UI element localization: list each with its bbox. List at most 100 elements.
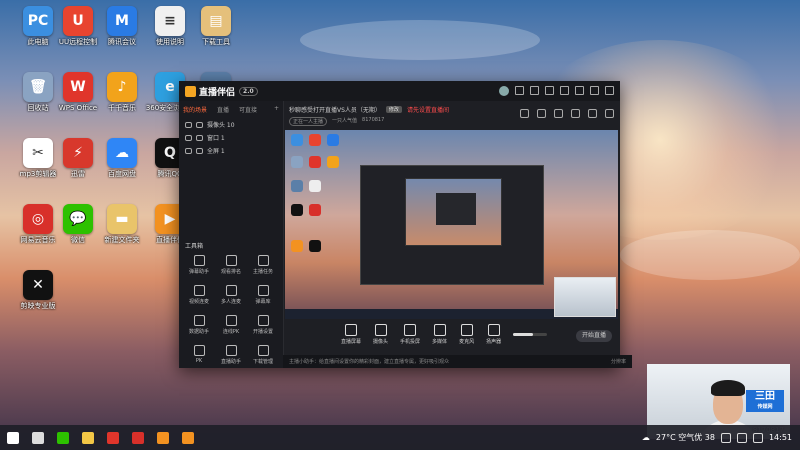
tool-item[interactable]: 下载管理 [247,345,279,365]
file-explorer-button[interactable] [75,425,100,450]
preview-camera [554,277,616,317]
tool-item[interactable]: 数据助手 [183,315,215,335]
tool-item[interactable]: 弹幕库 [247,285,279,305]
volume-icon[interactable] [752,432,763,443]
eye-icon[interactable] [185,147,192,154]
lock-icon[interactable] [196,134,203,141]
avatar[interactable] [499,86,509,96]
stream-title[interactable]: 秒聊感受打开直播VS人员（无期） [289,105,381,114]
live-companion-button[interactable] [150,425,175,450]
wechat-button[interactable] [50,425,75,450]
up-arrow-icon[interactable] [720,432,731,443]
desktop-icon-label: 剪映专业版 [20,302,56,310]
lock-icon[interactable] [196,121,203,128]
tool-item[interactable]: 主播任务 [247,255,279,275]
logo-text: 三田 [755,391,775,402]
toolbox-header: 工具箱 [185,243,204,250]
phone-icon [404,323,417,336]
clock[interactable]: 14:51 [769,433,792,442]
nested-preview-3 [436,193,476,225]
title-bar: 直播伴侣 2.0 [179,81,620,101]
tool-item[interactable]: 开播设置 [247,315,279,335]
wallpaper-cloud [300,20,540,60]
tool-item[interactable]: 观看排名 [215,255,247,275]
tool-label: 多人连麦 [220,299,241,305]
preview-icon [309,156,321,168]
tab-direct[interactable]: 可直接 [239,105,257,114]
windows-button[interactable] [0,425,25,450]
bell-icon[interactable] [588,109,597,118]
desktop-icon[interactable]: ▤ 下载工具 [186,6,246,47]
screen-capture-button[interactable]: 直播屏幕 [341,323,361,345]
maximize-icon[interactable] [590,86,599,95]
audio-level-track[interactable] [513,332,548,336]
preview-icon [291,134,303,146]
app-name: 直播伴侣 [199,87,236,98]
preview-icon [309,204,321,216]
version-tag[interactable]: 2.0 [239,86,258,96]
scene-tabs: 我的场景 直播 可直接 + [179,101,283,118]
live-companion-2-button[interactable] [175,425,200,450]
tool-item[interactable]: 视频连麦 [183,285,215,305]
netease-music-button[interactable] [125,425,150,450]
speaker-icon [487,323,500,336]
room-tag[interactable]: 正在一人主播 [289,117,328,126]
tool-item[interactable]: 弹幕助手 [183,255,215,275]
menu-icon[interactable] [560,86,569,95]
toolbox-grid: 弹幕助手 观看排名 主播任务视频连麦 多人连麦 弹幕库数据助手 连线PK 开播设置 PK 直播助… [183,255,279,365]
logo-subtext: 传媒网 [757,404,773,410]
desktop-icon[interactable]: ✕ 剪映专业版 [8,270,68,311]
gift-icon[interactable] [530,86,539,95]
tab-my-scene[interactable]: 我的场景 [183,105,207,114]
tab-live[interactable]: 直播 [217,105,229,114]
search-button[interactable] [25,425,50,450]
wps-icon [106,431,119,444]
lock-icon[interactable] [537,109,546,118]
network-icon[interactable] [736,432,747,443]
tool-item[interactable]: 连线PK [215,315,247,335]
tool-label: 连线PK [222,329,240,335]
app-icon: 💬 [63,204,93,234]
edit-badge[interactable]: 修改 [385,106,402,113]
eye-icon[interactable] [185,121,192,128]
shop-icon[interactable] [520,109,529,118]
tool-item[interactable]: 多人连麦 [215,285,247,305]
camera-button[interactable]: 摄像头 [373,323,388,345]
media-icon [433,323,446,336]
tool-label: 数据助手 [188,329,209,335]
wallpaper-cloud [620,230,800,280]
camera-icon [374,323,387,336]
weather-icon[interactable]: ☁ [642,433,650,442]
phone-cast-button[interactable]: 手机投屏 [400,323,420,345]
app-logo: 直播伴侣 2.0 [185,85,258,98]
status-right: 分辨率 [610,359,626,365]
close-icon[interactable] [605,86,614,95]
tool-label: 视频连麦 [188,299,209,305]
wps-button[interactable] [100,425,125,450]
source-item[interactable]: 全屏 1 [179,144,283,157]
microphone-button[interactable]: 麦克风 [459,323,474,345]
minimize-icon[interactable] [575,86,584,95]
source-item[interactable]: 摄像头 10 [179,118,283,131]
start-live-button[interactable]: 开始直播 [576,330,612,342]
source-item[interactable]: 窗口 1 [179,131,283,144]
window-icon[interactable] [571,109,580,118]
eye-icon[interactable] [185,134,192,141]
weather-text[interactable]: 27°C 空气优 38 [656,432,715,443]
share-icon[interactable] [605,109,614,118]
add-scene-icon[interactable]: + [274,105,279,114]
settings-icon[interactable] [545,86,554,95]
stream-preview[interactable] [285,130,618,319]
gift-icon[interactable] [554,109,563,118]
preview-icon [309,134,321,146]
tool-item[interactable]: 直播助手 [215,345,247,365]
media-button[interactable]: 多媒体 [432,323,447,345]
lock-icon[interactable] [196,147,203,154]
stream-warning[interactable]: 请先设置直播间 [407,105,449,114]
message-icon[interactable] [515,86,524,95]
tool-label: 开播设置 [252,329,273,335]
speaker-button[interactable]: 扬声器 [486,323,501,345]
tool-icon [257,285,269,296]
room-id: 8170817 [362,117,385,123]
tool-item[interactable]: PK [183,345,215,365]
